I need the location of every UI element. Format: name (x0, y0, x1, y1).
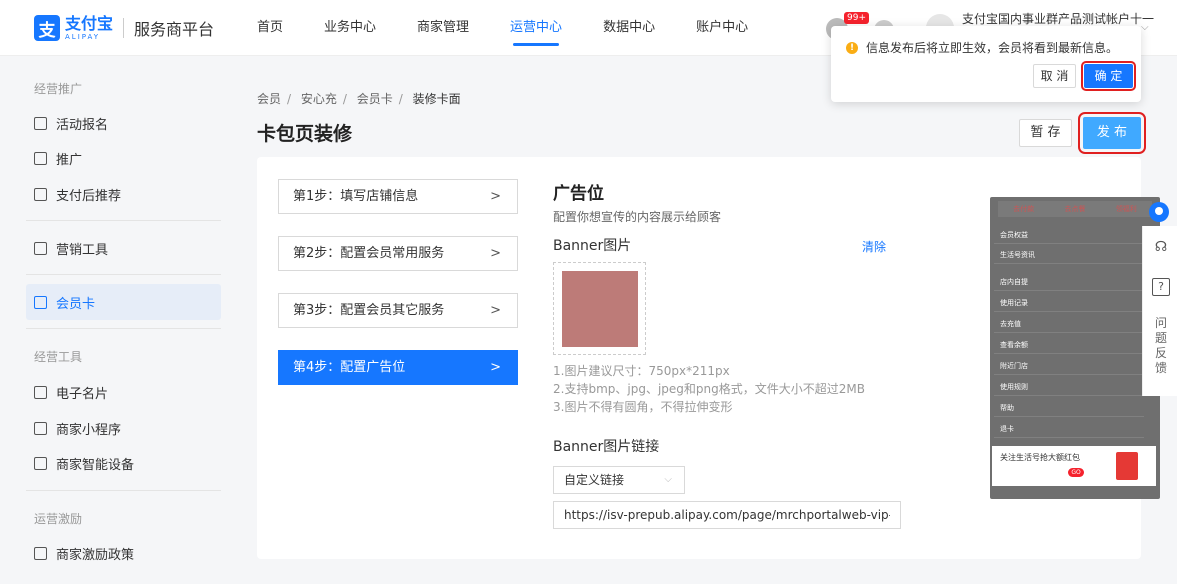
preview-tab: 去付款 (1013, 205, 1035, 213)
sidebar-divider (26, 490, 221, 491)
nav-home[interactable]: 首页 (257, 0, 283, 56)
preview-row: 会员权益 (994, 227, 1144, 244)
preview-row: 使用记录 (994, 295, 1144, 312)
breadcrumb-item[interactable]: 会员卡 (357, 92, 393, 106)
sidebar-group-tools: 经营工具 (34, 350, 83, 364)
hint-format: 2.支持bmp、jpg、jpeg和png格式，文件大小不超过2MB (553, 382, 865, 396)
preview-row: 生活号资讯 (994, 247, 1144, 264)
chevron-right-icon: > (490, 303, 501, 318)
link-type-select[interactable]: 自定义链接 ⌵ (553, 466, 685, 494)
feedback-button[interactable]: 问题反馈 (1154, 316, 1168, 376)
preview-tab: 领福利 (1115, 205, 1137, 213)
sidebar-item-member-card[interactable]: 会员卡 (26, 284, 221, 320)
sidebar-group-promotion: 经营推广 (34, 82, 83, 96)
link-url-input[interactable] (553, 501, 901, 529)
breadcrumb: 会员 / 安心充 / 会员卡 / 装修卡面 (257, 92, 461, 106)
sidebar-item-device[interactable]: 商家智能设备 (34, 454, 134, 473)
nav-account-center[interactable]: 账户中心 (696, 0, 748, 56)
preview-go-badge: GO (1068, 468, 1084, 477)
logo-en-text: ALIPAY (65, 32, 101, 41)
hint-size: 1.图片建议尺寸：750px*211px (553, 364, 730, 378)
banner-link-label: Banner图片链接 (553, 439, 660, 455)
step-2-common-services[interactable]: 第2步：配置会员常用服务 > (278, 236, 518, 271)
alipay-logo-icon: 支 (34, 15, 60, 41)
floating-toolbar: ☊ ? 问题反馈 (1142, 226, 1177, 396)
step-3-other-services[interactable]: 第3步：配置会员其它服务 > (278, 293, 518, 328)
card-icon (34, 295, 47, 309)
red-envelope-icon (1116, 452, 1138, 480)
sidebar: 经营推广 活动报名 推广 支付后推荐 营销工具 会员卡 经营工具 电子名片 商家… (0, 56, 240, 584)
preview-row: 去充值 (994, 316, 1144, 333)
nav-merchant-management[interactable]: 商家管理 (417, 0, 469, 56)
nav-business-center[interactable]: 业务中心 (324, 0, 376, 56)
account-name[interactable]: 支付宝国内事业群产品测试帐户十一 (962, 10, 1154, 27)
preview-tab: 去点餐 (1064, 205, 1086, 213)
notification-badge: 99+ (844, 12, 869, 24)
preview-row: 使用规则 (994, 379, 1144, 396)
logo-cn-text: 支付宝 (65, 13, 114, 33)
sidebar-item-incentive-policy[interactable]: 商家激励政策 (34, 544, 134, 563)
miniapp-icon (34, 422, 47, 435)
popover-message: 信息发布后将立即生效，会员将看到最新信息。 (866, 41, 1119, 55)
confirm-button[interactable]: 确 定 (1081, 61, 1136, 91)
briefcase-icon (34, 242, 47, 255)
clear-link[interactable]: 清除 (862, 238, 886, 255)
preview-row: 退卡 (994, 421, 1144, 438)
id-card-icon (34, 386, 47, 399)
warning-icon: ! (846, 41, 858, 54)
publish-confirm-popover: ! 信息发布后将立即生效，会员将看到最新信息。 取 消 确 定 (831, 26, 1141, 102)
sidebar-divider (26, 328, 221, 329)
preview-row: 附近门店 (994, 358, 1144, 375)
nav-operations-center[interactable]: 运营中心 (510, 0, 562, 56)
step-4-ad-slot[interactable]: 第4步：配置广告位 > (278, 350, 518, 385)
breadcrumb-item[interactable]: 安心充 (301, 92, 337, 106)
assistant-robot-icon[interactable] (1146, 198, 1172, 228)
section-title: 广告位 (553, 184, 604, 204)
question-icon[interactable]: ? (1152, 278, 1170, 296)
preview-row: 帮助 (994, 400, 1144, 417)
customer-service-icon[interactable]: ☊ (1152, 238, 1170, 256)
sidebar-item-ecard[interactable]: 电子名片 (34, 383, 108, 402)
preview-ad-banner: 关注生活号抢大额红包 GO (992, 446, 1156, 486)
sidebar-item-activity[interactable]: 活动报名 (34, 114, 108, 133)
sidebar-item-after-pay[interactable]: 支付后推荐 (34, 185, 121, 204)
chevron-right-icon: > (490, 246, 501, 261)
step-1-store-info[interactable]: 第1步：填写店铺信息 > (278, 179, 518, 214)
chevron-down-icon: ⌵ (664, 474, 672, 485)
device-icon (34, 457, 47, 470)
main-nav: 首页 业务中心 商家管理 运营中心 数据中心 账户中心 (257, 0, 789, 56)
hint-style: 3.图片不得有圆角，不得拉伸变形 (553, 400, 733, 414)
banner-image-label: Banner图片 (553, 238, 632, 254)
nav-data-center[interactable]: 数据中心 (603, 0, 655, 56)
sidebar-divider (26, 220, 221, 221)
save-draft-button[interactable]: 暂 存 (1019, 119, 1072, 147)
cancel-button[interactable]: 取 消 (1033, 64, 1076, 88)
sidebar-item-marketing-tools[interactable]: 营销工具 (34, 239, 108, 258)
chevron-right-icon: > (490, 360, 501, 375)
banner-image-preview (562, 271, 638, 347)
preview-ad-title: 关注生活号抢大额红包 (1000, 453, 1080, 462)
list-icon (34, 547, 47, 560)
sidebar-item-miniapp[interactable]: 商家小程序 (34, 419, 121, 438)
card-preview: 去付款 去点餐 领福利 会员权益 生活号资讯 店内自提 使用记录 去充值 查看余… (990, 197, 1160, 499)
section-subtitle: 配置你想宣传的内容展示给顾客 (553, 210, 722, 224)
logo-divider (123, 18, 125, 38)
chevron-right-icon: > (490, 189, 501, 204)
page-title: 卡包页装修 (257, 123, 353, 145)
publish-button[interactable]: 发 布 (1078, 112, 1146, 154)
platform-name: 服务商平台 (134, 20, 215, 39)
sidebar-divider (26, 274, 221, 275)
breadcrumb-item[interactable]: 会员 (257, 92, 281, 106)
sidebar-item-promote[interactable]: 推广 (34, 149, 82, 168)
breadcrumb-current: 装修卡面 (412, 92, 461, 106)
flag-icon (34, 117, 47, 130)
preview-row: 查看余额 (994, 337, 1144, 354)
list-icon (34, 152, 47, 165)
banner-upload[interactable] (553, 262, 646, 355)
crown-icon (34, 188, 47, 201)
sidebar-group-incentive: 运营激励 (34, 512, 83, 526)
chevron-down-icon[interactable]: ⌵ (1141, 22, 1149, 33)
preview-row: 店内自提 (994, 274, 1144, 291)
alipay-logo[interactable]: 支 支付宝 ALIPAY 服务商平台 (34, 14, 214, 42)
